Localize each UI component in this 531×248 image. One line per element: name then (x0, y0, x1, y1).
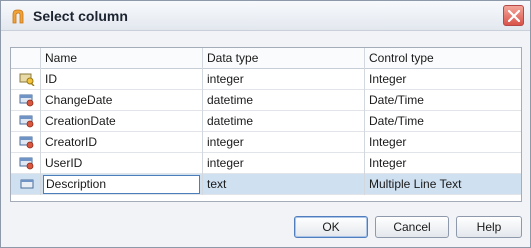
cell-control-type[interactable]: Date/Time (365, 111, 521, 132)
cell-name[interactable]: CreatorID (41, 132, 203, 153)
column-icon (19, 157, 34, 170)
cell-name[interactable]: Description (41, 174, 203, 195)
cell-data-type[interactable]: datetime (203, 90, 365, 111)
title-bar[interactable]: Select column (1, 1, 530, 31)
ok-button[interactable]: OK (294, 216, 368, 238)
cell-control-type[interactable]: Multiple Line Text (365, 174, 521, 195)
cancel-button[interactable]: Cancel (375, 216, 449, 238)
table-row-selected[interactable]: Description text Multiple Line Text (11, 174, 521, 195)
table-row[interactable]: CreatorID integer Integer (11, 132, 521, 153)
cell-name[interactable]: CreationDate (41, 111, 203, 132)
key-column-icon (19, 73, 35, 86)
cell-data-type[interactable]: integer (203, 132, 365, 153)
cell-control-type[interactable]: Integer (365, 69, 521, 90)
cell-name[interactable]: ID (41, 69, 203, 90)
cell-control-type[interactable]: Integer (365, 153, 521, 174)
cell-name[interactable]: ChangeDate (41, 90, 203, 111)
table-row[interactable]: CreationDate datetime Date/Time (11, 111, 521, 132)
cell-data-type[interactable]: integer (203, 69, 365, 90)
help-button[interactable]: Help (456, 216, 522, 238)
table-row[interactable]: ID integer Integer (11, 69, 521, 90)
cell-name[interactable]: UserID (41, 153, 203, 174)
column-icon (19, 136, 34, 149)
header-icon-cell (11, 48, 41, 69)
cell-data-type[interactable]: text (203, 174, 365, 195)
close-button[interactable] (503, 5, 524, 26)
table-row[interactable]: ChangeDate datetime Date/Time (11, 90, 521, 111)
column-icon (19, 94, 34, 107)
name-edit-field[interactable]: Description (43, 175, 200, 194)
select-column-dialog: Select column Name Data type Control typ… (0, 0, 531, 248)
cell-data-type[interactable]: integer (203, 153, 365, 174)
cell-data-type[interactable]: datetime (203, 111, 365, 132)
close-icon (508, 10, 520, 22)
column-header-control-type[interactable]: Control type (365, 48, 521, 69)
text-column-icon (20, 179, 34, 189)
app-icon (12, 9, 24, 24)
cell-control-type[interactable]: Date/Time (365, 90, 521, 111)
dialog-title: Select column (33, 8, 128, 24)
grid-header: Name Data type Control type (11, 48, 521, 69)
column-header-data-type[interactable]: Data type (203, 48, 365, 69)
table-row[interactable]: UserID integer Integer (11, 153, 521, 174)
column-icon (19, 115, 34, 128)
column-header-name[interactable]: Name (41, 48, 203, 69)
columns-grid: Name Data type Control type ID integer I… (10, 47, 522, 202)
cell-control-type[interactable]: Integer (365, 132, 521, 153)
